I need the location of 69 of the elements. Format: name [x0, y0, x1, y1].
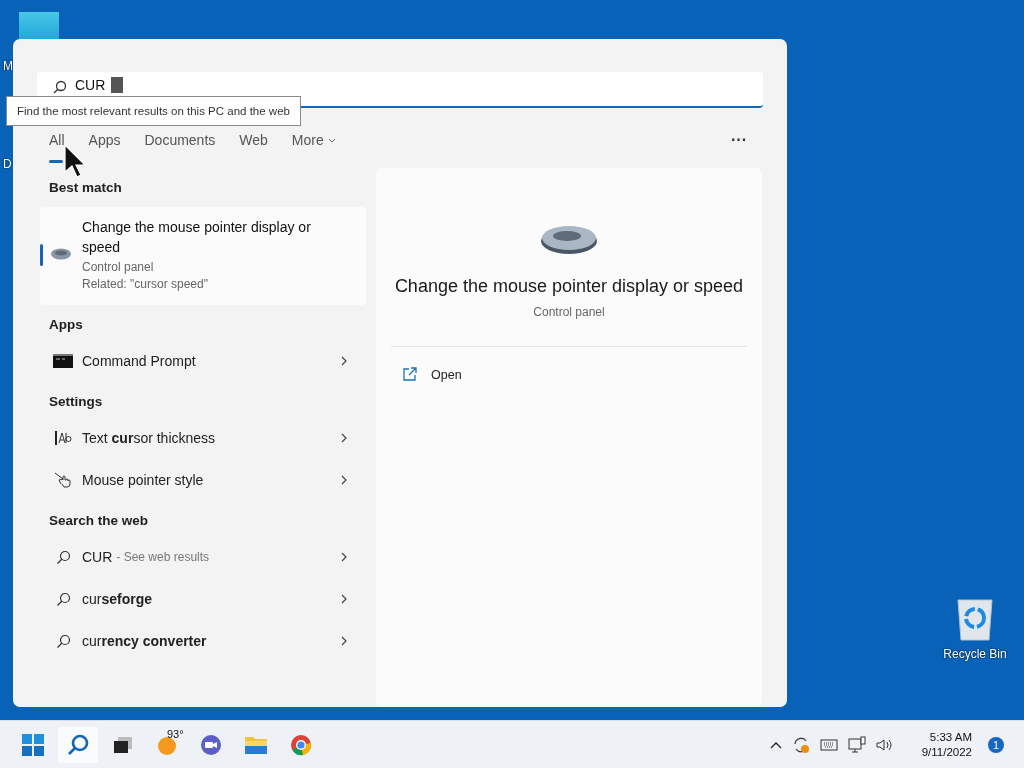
- related-text: Related: "cursor speed": [82, 277, 209, 291]
- mouse-icon: [540, 224, 598, 256]
- open-action[interactable]: Open: [402, 367, 462, 382]
- search-icon: [55, 633, 71, 649]
- clock-date[interactable]: 9/11/2022: [921, 746, 972, 758]
- result-title: Change the mouse pointer display or speed: [82, 218, 312, 257]
- volume-icon[interactable]: [875, 736, 894, 753]
- chevron-right-icon: [341, 636, 348, 646]
- browser-icon[interactable]: [290, 733, 312, 756]
- result-type: Control panel: [82, 260, 155, 274]
- mouse-icon: [50, 247, 72, 261]
- search-icon: [55, 591, 71, 607]
- chevron-right-icon: [341, 594, 348, 604]
- result-label: Command Prompt: [82, 353, 196, 369]
- windows-start-icon[interactable]: [22, 733, 44, 756]
- task-view-icon[interactable]: [112, 734, 134, 755]
- section-heading: Best match: [48, 179, 123, 197]
- section-heading: Search the web: [48, 512, 150, 530]
- result-label: currency converter: [82, 633, 207, 649]
- result-item[interactable]: currency converter: [40, 620, 366, 662]
- text-cursor-icon: [54, 430, 72, 446]
- best-match-item[interactable]: Change the mouse pointer display or speed Control panel Related: "cursor speed": [40, 207, 366, 305]
- search-icon: [66, 732, 90, 757]
- result-label: curseforge: [82, 591, 153, 607]
- section-heading: Apps: [48, 316, 84, 334]
- tooltip: Find the most relevant results on this PC and the web: [6, 96, 301, 126]
- chevron-up-icon[interactable]: [769, 740, 782, 749]
- filter-tab[interactable]: Documents: [132, 125, 228, 165]
- recycle-bin-label[interactable]: Recycle Bin: [943, 647, 1007, 661]
- result-item[interactable]: CUR - See web results: [40, 536, 366, 578]
- section-heading: Settings: [48, 393, 104, 411]
- video-chat-icon[interactable]: [200, 733, 222, 756]
- result-item[interactable]: Command Prompt: [40, 340, 366, 382]
- result-note: - See web results: [116, 550, 210, 564]
- search-icon: [55, 549, 71, 565]
- search-icon: [53, 80, 67, 94]
- filter-tab[interactable]: Web: [227, 125, 280, 165]
- search-query: CUR: [75, 77, 106, 93]
- result-item[interactable]: Text cursor thickness: [40, 417, 366, 459]
- more-options-button[interactable]: ···: [725, 130, 753, 150]
- terminal-icon: [53, 354, 73, 368]
- result-item[interactable]: Mouse pointer style: [40, 459, 366, 501]
- desktop-icon-label: M: [3, 59, 13, 73]
- result-item[interactable]: curseforge: [40, 578, 366, 620]
- chevron-right-icon: [341, 356, 348, 366]
- chevron-right-icon: [341, 475, 348, 485]
- desktop-icon-label: D: [3, 157, 12, 171]
- sync-icon[interactable]: [791, 735, 810, 754]
- mouse-cursor-icon: [64, 144, 88, 178]
- pointer-hand-icon: [54, 472, 72, 488]
- result-label: Text cursor thickness: [82, 430, 216, 446]
- result-label: CUR: [82, 549, 113, 565]
- network-icon[interactable]: [847, 735, 866, 754]
- filter-tab[interactable]: Apps: [76, 125, 133, 165]
- recycle-bin-icon[interactable]: [956, 598, 994, 642]
- chevron-right-icon: [341, 552, 348, 562]
- folder-icon[interactable]: [244, 734, 268, 755]
- clock-time[interactable]: 5:33 AM: [929, 731, 972, 743]
- preview-subtitle: Control panel: [533, 305, 605, 319]
- keyboard-icon[interactable]: [819, 738, 838, 751]
- weather-temperature: 93°: [167, 727, 184, 740]
- search-taskbar-button[interactable]: [58, 726, 98, 763]
- result-label: Mouse pointer style: [82, 472, 204, 488]
- preview-title: Change the mouse pointer display or speed: [394, 276, 744, 297]
- chevron-right-icon: [341, 433, 348, 443]
- text-selection: [111, 77, 124, 93]
- notification-badge[interactable]: 1: [988, 736, 1004, 753]
- filter-tab[interactable]: More: [279, 125, 348, 165]
- external-link-icon: [402, 367, 417, 382]
